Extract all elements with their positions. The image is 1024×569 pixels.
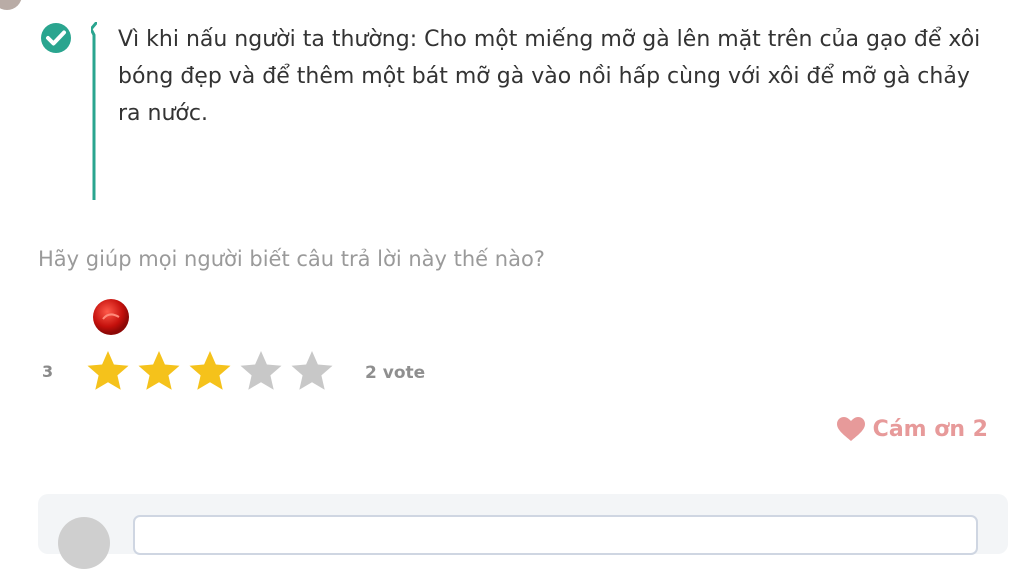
user-avatar[interactable] <box>0 0 22 10</box>
star-icon[interactable] <box>289 348 335 394</box>
star-icon[interactable] <box>238 348 284 394</box>
star-icon[interactable] <box>85 348 131 394</box>
star-icon[interactable] <box>136 348 182 394</box>
answer-text: Vì khi nấu người ta thường: Cho một miến… <box>118 27 981 126</box>
heart-icon <box>836 417 865 441</box>
rating-prompt: Hãy giúp mọi người biết câu trả lời này … <box>38 247 545 271</box>
answer-quote-bar <box>91 22 97 200</box>
average-rating: 3 <box>42 362 54 381</box>
red-badge-icon <box>93 299 129 335</box>
comment-input[interactable] <box>133 515 978 555</box>
star-icon[interactable] <box>187 348 233 394</box>
thanks-label: Cám ơn 2 <box>872 416 988 442</box>
comment-avatar <box>58 517 110 569</box>
vote-count: 2 vote <box>365 363 426 383</box>
star-rating[interactable] <box>85 348 335 394</box>
verified-check-icon <box>41 23 71 53</box>
thanks-button[interactable]: Cám ơn 2 <box>836 416 988 442</box>
